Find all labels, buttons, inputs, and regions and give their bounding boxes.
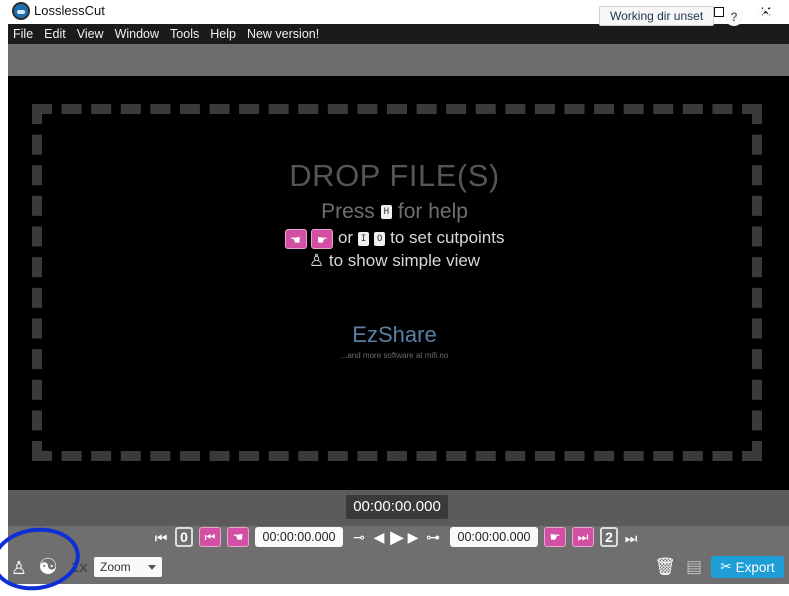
drop-files-title: DROP FILE(S) xyxy=(289,158,500,193)
jump-cut-start-button[interactable]: ⏮ xyxy=(199,527,221,547)
jump-cut-end-button[interactable]: ⏭ xyxy=(572,527,594,547)
jump-start-button[interactable]: ⏮ xyxy=(154,528,168,548)
delete-segments-button[interactable]: 🗑 xyxy=(654,556,676,578)
segment-start-number[interactable]: 0 xyxy=(175,527,193,547)
keyframe-start-button[interactable]: ⊸ xyxy=(349,527,369,547)
hand-right-icon: ☛ xyxy=(549,530,561,544)
theme-toggle-button[interactable]: ☯ xyxy=(36,554,60,579)
menu-new-version[interactable]: New version! xyxy=(243,27,323,41)
step-forward-icon: ▶ xyxy=(407,528,419,545)
baby-icon: ♙ xyxy=(10,557,28,578)
segments-list-button[interactable]: ▤ xyxy=(683,556,705,578)
segment-end-number[interactable]: 2 xyxy=(600,527,618,547)
losslesscut-window: LosslessCut ✕ File Edit View Window Tool… xyxy=(0,0,789,596)
hand-left-icon: ☚ xyxy=(232,530,244,544)
working-dir-button[interactable]: Working dir unset xyxy=(599,6,715,26)
play-icon: ▶ xyxy=(390,526,404,547)
set-cut-end-button[interactable]: ☛ xyxy=(544,527,566,547)
menu-edit[interactable]: Edit xyxy=(40,27,70,41)
playback-rate[interactable]: 1x xyxy=(71,559,88,576)
menu-help[interactable]: Help xyxy=(206,27,240,41)
help-button[interactable]: ? xyxy=(725,8,743,26)
brand-link[interactable]: EzShare xyxy=(0,322,789,348)
simple-view-text: to show simple view xyxy=(328,251,481,270)
cutpoint-or: or xyxy=(337,228,354,247)
play-button[interactable]: ▶ xyxy=(388,525,406,549)
menu-file[interactable]: File xyxy=(9,27,37,41)
set-cut-start-button[interactable]: ☚ xyxy=(227,527,249,547)
step-back-icon: ◀ xyxy=(373,528,385,545)
top-toolbar xyxy=(8,44,789,76)
chevron-down-icon xyxy=(148,565,156,570)
menu-bar: File Edit View Window Tools Help New ver… xyxy=(8,24,789,44)
current-time-display: 00:00:00.000 xyxy=(346,495,448,519)
help-hint-prefix: Press xyxy=(321,200,375,223)
key-icon: ⊸ xyxy=(353,528,365,545)
zoom-select[interactable]: Zoom xyxy=(94,557,162,577)
cut-end-time-input[interactable]: 00:00:00.000 xyxy=(450,527,538,547)
set-cut-end-icon: ☛ xyxy=(311,228,334,249)
app-icon xyxy=(12,2,30,20)
help-key: H xyxy=(380,205,393,220)
window-title: LosslessCut xyxy=(34,3,105,18)
calendar-icon: ▤ xyxy=(685,557,703,576)
step-back-button[interactable]: ◀ xyxy=(372,527,386,547)
maximize-icon xyxy=(714,7,724,17)
cutpoint-hint: ☚ ☛ or I O to set cutpoints xyxy=(0,228,789,249)
help-hint: Press H for help xyxy=(0,200,789,224)
cut-out-key: O xyxy=(373,231,386,246)
jump-end-button[interactable]: ⏭ xyxy=(624,528,638,548)
jump-cut-end-icon: ⏭ xyxy=(577,529,589,544)
simple-view-hint: ♙ to show simple view xyxy=(0,251,789,271)
scissors-icon: ✂ xyxy=(720,559,732,574)
menu-tools[interactable]: Tools xyxy=(166,27,203,41)
trash-icon: 🗑 xyxy=(654,557,676,576)
simple-mode-button[interactable]: ♙ xyxy=(9,556,29,580)
menu-window[interactable]: Window xyxy=(111,27,163,41)
baby-icon: ♙ xyxy=(308,251,325,270)
skip-end-icon: ⏭ xyxy=(624,529,638,546)
cut-in-key: I xyxy=(357,231,370,246)
cutpoint-suffix: to set cutpoints xyxy=(390,228,505,247)
set-cut-start-icon: ☚ xyxy=(284,228,307,249)
settings-button[interactable]: ⚙ xyxy=(754,6,774,26)
yin-yang-icon: ☯ xyxy=(38,554,58,579)
key-icon: ⊶ xyxy=(426,528,440,545)
cut-start-time-input[interactable]: 00:00:00.000 xyxy=(255,527,343,547)
step-forward-button[interactable]: ▶ xyxy=(406,527,420,547)
zoom-select-value: Zoom xyxy=(100,560,131,574)
gear-icon: ⚙ xyxy=(755,5,773,27)
help-hint-suffix: for help xyxy=(397,200,468,223)
menu-view[interactable]: View xyxy=(73,27,108,41)
keyframe-end-button[interactable]: ⊶ xyxy=(423,527,443,547)
export-button[interactable]: ✂ Export xyxy=(711,556,784,578)
brand-subtitle: ...and more software at mifi.no xyxy=(340,351,449,360)
skip-start-icon: ⏮ xyxy=(154,529,168,546)
export-label: Export xyxy=(735,559,775,575)
jump-cut-start-icon: ⏮ xyxy=(204,529,216,544)
